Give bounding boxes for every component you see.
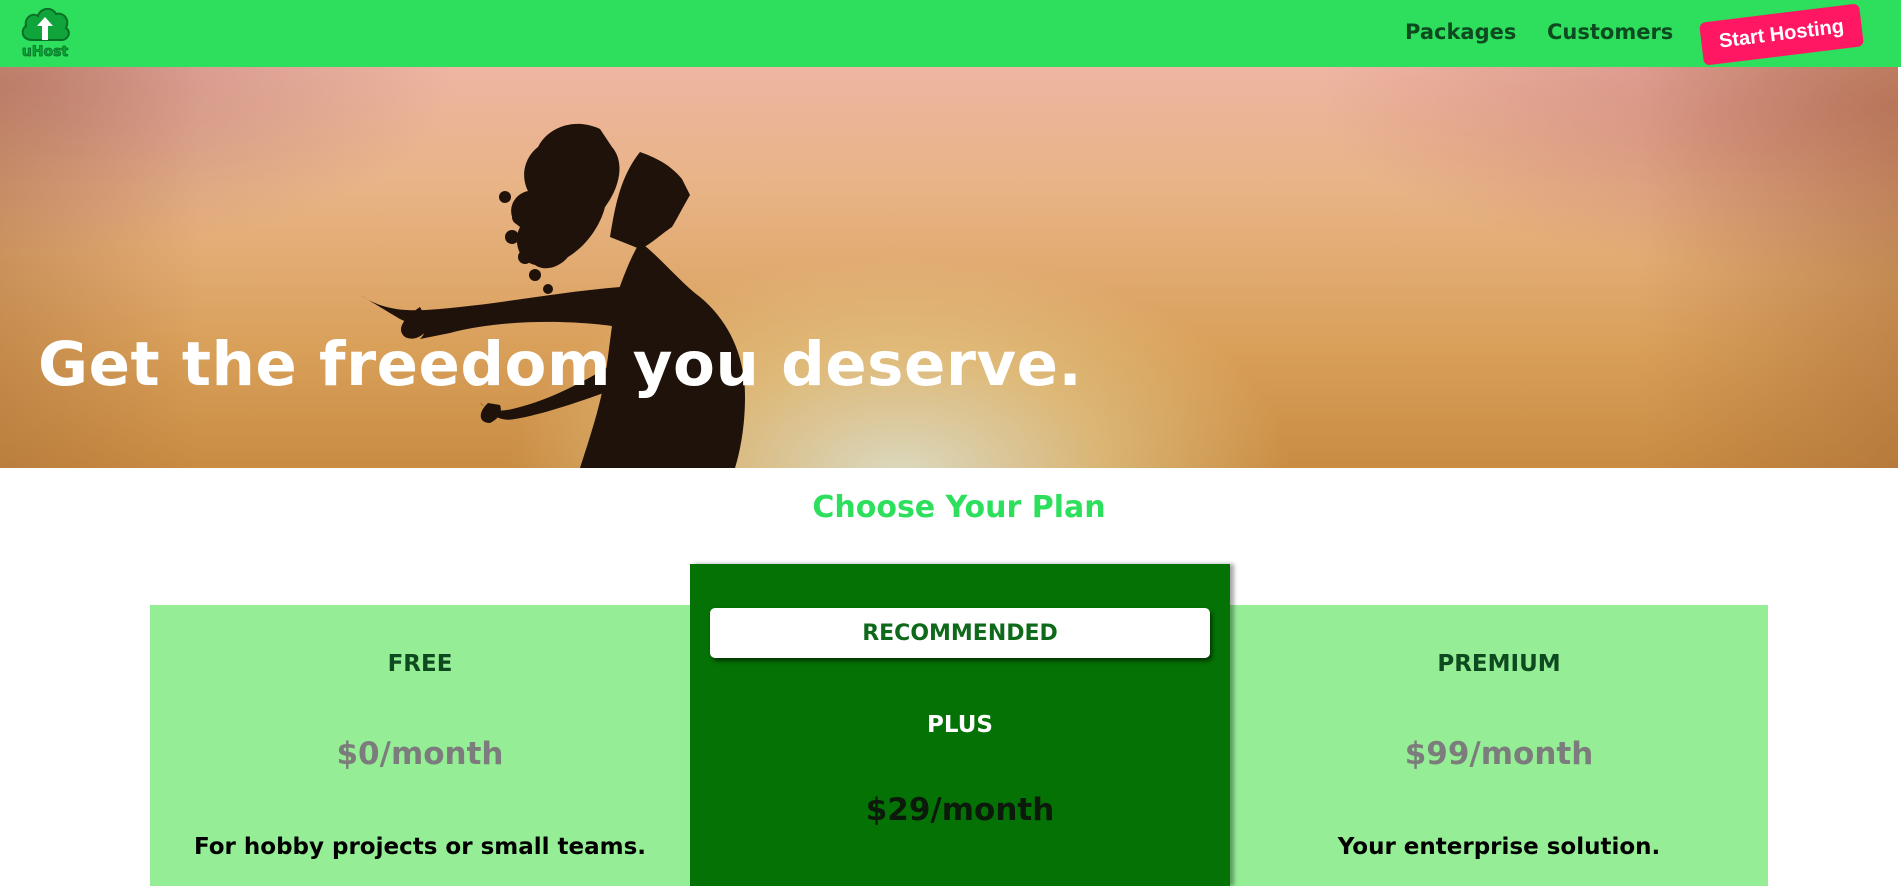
plan-name: FREE — [387, 651, 453, 677]
nav-link-packages[interactable]: Packages — [1405, 20, 1516, 44]
plan-card-premium[interactable]: PREMIUM $99/month Your enterprise soluti… — [1230, 605, 1768, 886]
uhost-logo[interactable]: uHost — [18, 4, 72, 60]
plan-price: $99/month — [1404, 736, 1594, 772]
plan-name: PREMIUM — [1437, 651, 1561, 677]
recommended-badge: RECOMMENDED — [710, 608, 1210, 658]
plan-price: $29/month — [865, 792, 1055, 828]
woman-silhouette-image — [360, 123, 745, 468]
nav-link-customers[interactable]: Customers — [1547, 20, 1673, 44]
plan-description: Your enterprise solution. — [1337, 834, 1661, 860]
plan-card-plus[interactable]: RECOMMENDED PLUS $29/month — [690, 564, 1230, 886]
plans-heading: Choose Your Plan — [812, 490, 1106, 525]
start-hosting-button[interactable]: Start Hosting — [1698, 3, 1865, 66]
plan-description: For hobby projects or small teams. — [193, 834, 647, 860]
plan-name: PLUS — [927, 712, 993, 738]
hero-title: Get the freedom you deserve. — [38, 329, 1083, 400]
plan-card-free[interactable]: FREE $0/month For hobby projects or smal… — [150, 605, 690, 886]
cloud-upload-logo-icon: uHost — [21, 8, 70, 60]
hero-banner: Get the freedom you deserve. — [0, 67, 1898, 468]
logo-text: uHost — [22, 44, 69, 60]
main-header: uHost Packages Customers Start Hosting — [0, 0, 1901, 67]
plan-price: $0/month — [336, 736, 504, 772]
